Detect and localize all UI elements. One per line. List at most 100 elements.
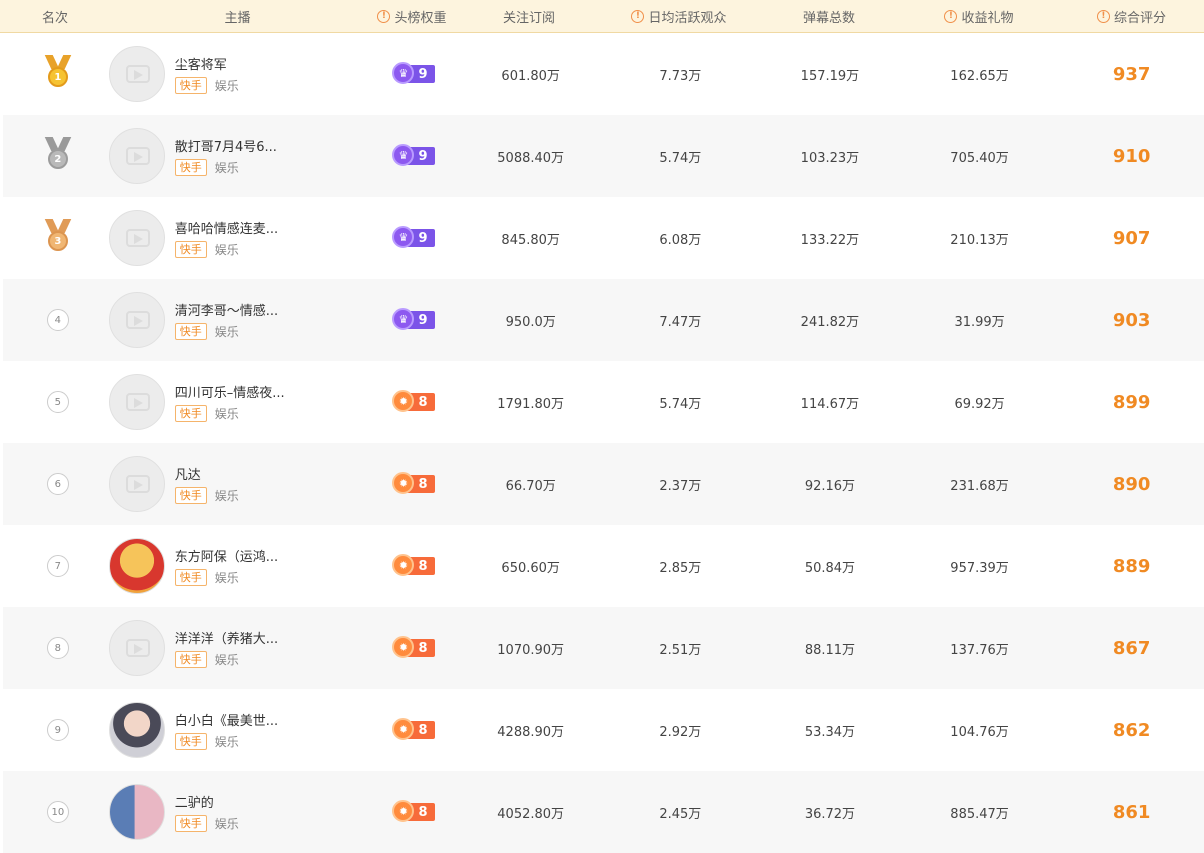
barrage-value: 114.67万 <box>800 396 860 412</box>
score-value: 890 <box>1112 473 1151 495</box>
avatar[interactable] <box>108 46 165 102</box>
anchor-name[interactable]: 尘客将军 <box>175 54 239 73</box>
platform-tag: 快手 <box>174 651 207 668</box>
barrage-value: 53.34万 <box>804 724 856 740</box>
weight-badge: ✹ 8 <box>392 390 436 412</box>
score-value: 907 <box>1112 227 1151 249</box>
avatar[interactable] <box>108 128 165 184</box>
daily-value: 5.74万 <box>659 396 702 412</box>
header-follow: 关注订阅 <box>502 10 555 26</box>
avatar[interactable] <box>108 620 165 676</box>
follow-value: 5088.40万 <box>497 150 565 166</box>
info-icon[interactable]: ! <box>944 9 958 23</box>
score-value: 899 <box>1112 391 1151 413</box>
weight-badge: ♛ 9 <box>392 226 436 248</box>
weight-badge: ✹ 8 <box>392 554 436 576</box>
avatar[interactable] <box>108 374 165 430</box>
daily-value: 2.51万 <box>659 642 702 658</box>
daily-value: 5.74万 <box>659 150 702 166</box>
info-icon[interactable]: ! <box>1096 9 1110 23</box>
platform-tag: 快手 <box>174 323 207 340</box>
score-value: 889 <box>1112 555 1151 577</box>
income-value: 31.99万 <box>954 314 1005 330</box>
bronze-medal-icon: 3 <box>44 219 72 257</box>
table-row[interactable]: 6 凡达 快手 娱乐 ✹ 8 66.70万 2.37万 92.16万 231.6… <box>0 443 1204 525</box>
income-value: 231.68万 <box>950 478 1009 494</box>
anchor-name[interactable]: 四川可乐–情感夜... <box>175 382 285 401</box>
table-row[interactable]: 9 白小白《最美世... 快手 娱乐 ✹ 8 4288.90万 2.92万 53… <box>0 689 1204 771</box>
anchor-name[interactable]: 凡达 <box>175 464 239 483</box>
table-row[interactable]: 2 散打哥7月4号6... 快手 娱乐 ♛ 9 5088.40万 5.74万 1… <box>0 115 1204 197</box>
score-value: 862 <box>1112 719 1151 741</box>
anchor-name[interactable]: 白小白《最美世... <box>175 710 278 729</box>
table-row[interactable]: 10 二驴的 快手 娱乐 ✹ 8 4052.80万 2.45万 36.72万 8… <box>0 771 1204 853</box>
weight-badge: ♛ 9 <box>392 144 436 166</box>
category-tag: 娱乐 <box>214 243 239 257</box>
rank-number: 9 <box>46 719 69 741</box>
anchor-name[interactable]: 散打哥7月4号6... <box>175 136 277 155</box>
anchor-name[interactable]: 二驴的 <box>175 792 239 811</box>
weight-badge: ✹ 8 <box>392 472 436 494</box>
anchor-name[interactable]: 洋洋洋（养猪大... <box>175 628 278 647</box>
category-tag: 娱乐 <box>214 817 239 831</box>
platform-tag: 快手 <box>174 815 207 832</box>
gold-medal-icon: 1 <box>44 55 72 93</box>
daily-value: 7.47万 <box>659 314 702 330</box>
weight-badge: ✹ 8 <box>392 718 436 740</box>
follow-value: 1070.90万 <box>497 642 565 658</box>
daily-value: 2.37万 <box>659 478 702 494</box>
avatar[interactable] <box>108 210 165 266</box>
rank-number: 6 <box>46 473 69 495</box>
anchor-name[interactable]: 喜哈哈情感连麦... <box>175 218 278 237</box>
category-tag: 娱乐 <box>214 571 239 585</box>
silver-medal-icon: 2 <box>44 137 72 175</box>
weight-badge: ✹ 8 <box>392 636 436 658</box>
avatar[interactable] <box>108 456 165 512</box>
weight-badge: ♛ 9 <box>392 308 436 330</box>
header-weight-label: 头榜权重 <box>394 10 447 26</box>
table-row[interactable]: 7 东方阿保（运鸿... 快手 娱乐 ✹ 8 650.60万 2.85万 50.… <box>0 525 1204 607</box>
table-row[interactable]: 5 四川可乐–情感夜... 快手 娱乐 ✹ 8 1791.80万 5.74万 1… <box>0 361 1204 443</box>
platform-tag: 快手 <box>174 487 207 504</box>
follow-value: 1791.80万 <box>497 396 565 412</box>
daily-value: 6.08万 <box>659 232 702 248</box>
table-row[interactable]: 8 洋洋洋（养猪大... 快手 娱乐 ✹ 8 1070.90万 2.51万 88… <box>0 607 1204 689</box>
weight-badge: ♛ 9 <box>392 62 436 84</box>
info-icon[interactable]: ! <box>631 9 645 23</box>
table-row[interactable]: 3 喜哈哈情感连麦... 快手 娱乐 ♛ 9 845.80万 6.08万 133… <box>0 197 1204 279</box>
header-weight[interactable]: ! 头榜权重 <box>365 7 459 26</box>
header-daily[interactable]: ! 日均活跃观众 <box>599 7 759 26</box>
follow-value: 4288.90万 <box>497 724 565 740</box>
info-icon[interactable]: ! <box>377 9 391 23</box>
follow-value: 4052.80万 <box>497 806 565 822</box>
header-score[interactable]: ! 综合评分 <box>1059 7 1204 26</box>
platform-tag: 快手 <box>174 405 207 422</box>
platform-tag: 快手 <box>174 241 207 258</box>
header-anchor: 主播 <box>224 10 251 26</box>
anchor-name[interactable]: 清河李哥～情感... <box>175 300 278 319</box>
avatar[interactable] <box>108 702 165 758</box>
header-barrage: 弹幕总数 <box>802 10 855 26</box>
header-score-label: 综合评分 <box>1113 10 1166 26</box>
barrage-value: 103.23万 <box>800 150 860 166</box>
table-row[interactable]: 4 清河李哥～情感... 快手 娱乐 ♛ 9 950.0万 7.47万 241.… <box>0 279 1204 361</box>
follow-value: 601.80万 <box>501 68 560 84</box>
score-value: 910 <box>1112 145 1151 167</box>
avatar[interactable] <box>108 538 165 594</box>
follow-value: 650.60万 <box>501 560 560 576</box>
anchor-name[interactable]: 东方阿保（运鸿... <box>175 546 278 565</box>
income-value: 69.92万 <box>954 396 1005 412</box>
barrage-value: 88.11万 <box>804 642 856 658</box>
table-row[interactable]: 1 尘客将军 快手 娱乐 ♛ 9 601.80万 7.73万 157.19万 1… <box>0 33 1204 115</box>
header-income[interactable]: ! 收益礼物 <box>899 7 1059 26</box>
rank-number: 8 <box>46 637 69 659</box>
avatar[interactable] <box>108 292 165 348</box>
score-value: 937 <box>1112 63 1151 85</box>
score-value: 903 <box>1112 309 1151 331</box>
barrage-value: 36.72万 <box>804 806 856 822</box>
barrage-value: 50.84万 <box>804 560 856 576</box>
income-value: 885.47万 <box>950 806 1009 822</box>
barrage-value: 92.16万 <box>804 478 856 494</box>
header-daily-label: 日均活跃观众 <box>648 10 727 26</box>
score-value: 861 <box>1112 801 1151 823</box>
